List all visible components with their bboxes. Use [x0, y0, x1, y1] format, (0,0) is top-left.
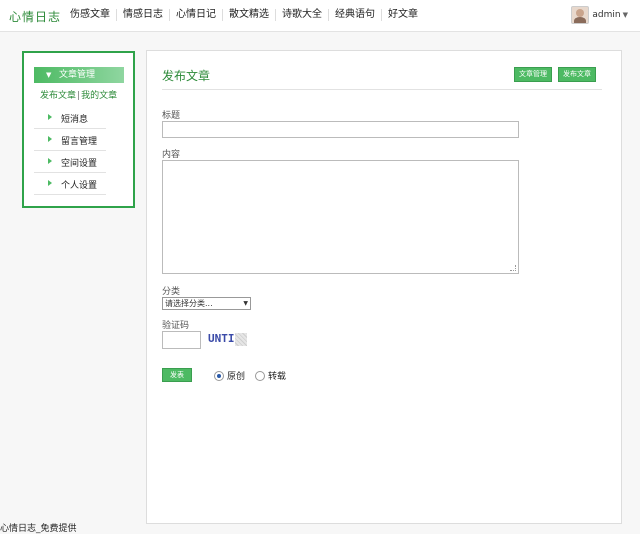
triangle-right-icon	[48, 158, 52, 164]
sidebar-item-comments[interactable]: 留言管理	[34, 130, 106, 151]
sidebar: ▼ 文章管理 发布文章|我的文章 短消息 留言管理 空间设置 个人设置	[22, 51, 135, 208]
category-select[interactable]: 请选择分类... ▼	[162, 297, 251, 310]
content-textarea[interactable]	[162, 160, 519, 274]
divider	[162, 89, 602, 90]
sidebar-link-my-articles[interactable]: 我的文章	[81, 91, 117, 101]
nav-menu: 伤感文章 情感日志 心情日记 散文精选 诗歌大全 经典语句 好文章	[64, 9, 424, 21]
site-logo[interactable]: 心情日志	[9, 8, 61, 25]
dropdown-arrow-icon: ▼	[243, 300, 248, 307]
captcha-label: 验证码	[162, 321, 190, 331]
nav-item-haowenzhang[interactable]: 好文章	[381, 9, 424, 21]
sidebar-item-label: 短消息	[61, 115, 89, 125]
publish-article-panel: 发布文章 文章管理 发布文章 标题 内容 分类 请选择分类... ▼ 验证码 U…	[146, 50, 622, 524]
sidebar-subnav: 发布文章|我的文章	[40, 88, 117, 101]
avatar[interactable]	[571, 6, 590, 24]
captcha-noise	[235, 333, 247, 346]
sidebar-header-label: 文章管理	[59, 70, 96, 80]
radio-original-label[interactable]: 原创	[227, 369, 245, 382]
captcha-input[interactable]	[162, 331, 201, 349]
sidebar-item-space-settings[interactable]: 空间设置	[34, 152, 106, 173]
user-name[interactable]: admin	[592, 10, 620, 20]
captcha-image[interactable]: UNTI	[207, 331, 249, 348]
sidebar-header-article-manage[interactable]: ▼ 文章管理	[34, 67, 124, 83]
nav-item-jingdian[interactable]: 经典语句	[328, 9, 381, 21]
chevron-down-icon: ▼	[46, 71, 52, 79]
nav-item-xinqing[interactable]: 心情日记	[169, 9, 222, 21]
nav-item-shige[interactable]: 诗歌大全	[275, 9, 328, 21]
captcha-text: UNTI	[208, 332, 235, 345]
title-input[interactable]	[162, 121, 519, 138]
triangle-right-icon	[48, 180, 52, 186]
content-label: 内容	[162, 150, 181, 160]
triangle-right-icon	[48, 114, 52, 120]
chevron-down-icon[interactable]: ▼	[623, 11, 628, 19]
radio-repost-label[interactable]: 转载	[268, 369, 286, 382]
resize-grip-icon[interactable]	[510, 265, 516, 271]
nav-item-qinggan[interactable]: 情感日志	[116, 9, 169, 21]
article-manage-button[interactable]: 文章管理	[514, 67, 552, 82]
triangle-right-icon	[48, 136, 52, 142]
user-menu[interactable]: admin ▼	[571, 6, 628, 24]
nav-item-shanggan[interactable]: 伤感文章	[64, 9, 116, 21]
separator: |	[77, 91, 81, 101]
sidebar-item-label: 个人设置	[61, 181, 98, 191]
radio-repost[interactable]	[255, 371, 265, 381]
title-label: 标题	[162, 111, 181, 121]
category-label: 分类	[162, 287, 181, 297]
page-title: 发布文章	[162, 69, 211, 83]
sidebar-item-messages[interactable]: 短消息	[34, 108, 106, 129]
nav-item-sanwen[interactable]: 散文精选	[222, 9, 275, 21]
sidebar-item-label: 留言管理	[61, 137, 98, 147]
sidebar-item-label: 空间设置	[61, 159, 98, 169]
category-selected-value: 请选择分类...	[165, 299, 213, 308]
sidebar-item-personal-settings[interactable]: 个人设置	[34, 174, 106, 195]
sidebar-link-publish[interactable]: 发布文章	[40, 91, 76, 101]
top-nav-bar: 心情日志 伤感文章 情感日志 心情日记 散文精选 诗歌大全 经典语句 好文章 a…	[0, 0, 640, 32]
footer-text: 心情日志_免费提供	[0, 524, 77, 534]
radio-original[interactable]	[214, 371, 224, 381]
publish-article-button[interactable]: 发布文章	[558, 67, 596, 82]
submit-button[interactable]: 发表	[162, 368, 192, 382]
